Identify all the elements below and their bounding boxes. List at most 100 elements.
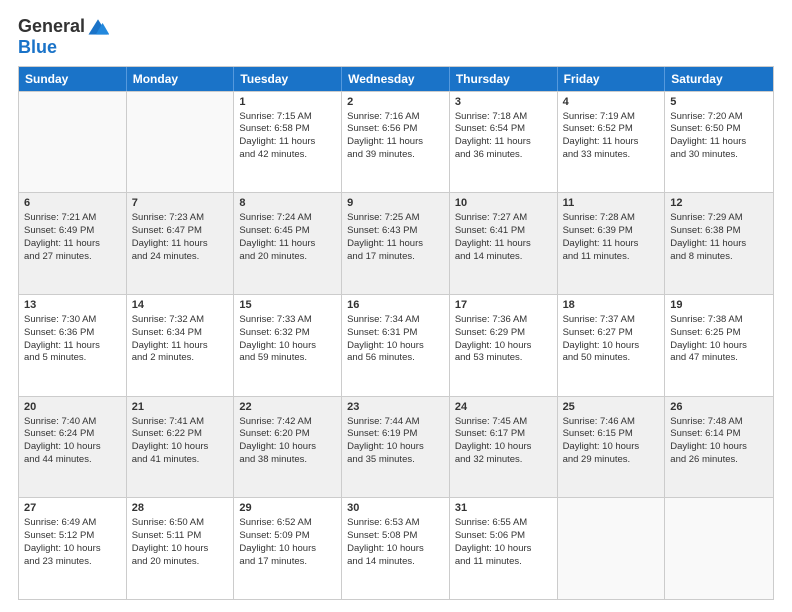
day-number: 4	[563, 95, 660, 110]
cal-cell-9: 9Sunrise: 7:25 AMSunset: 6:43 PMDaylight…	[342, 193, 450, 294]
day-number: 13	[24, 298, 121, 313]
day-info-line-3: Daylight: 10 hours	[239, 543, 336, 556]
day-info-line-3: Daylight: 10 hours	[455, 340, 552, 353]
cal-cell-22: 22Sunrise: 7:42 AMSunset: 6:20 PMDayligh…	[234, 397, 342, 498]
day-info-line-2: Sunset: 6:24 PM	[24, 428, 121, 441]
day-info-line-1: Sunrise: 7:41 AM	[132, 416, 229, 429]
day-info-line-2: Sunset: 6:52 PM	[563, 123, 660, 136]
day-info-line-3: Daylight: 10 hours	[347, 441, 444, 454]
day-number: 7	[132, 196, 229, 211]
day-info-line-4: and 11 minutes.	[455, 556, 552, 569]
day-info-line-2: Sunset: 6:38 PM	[670, 225, 768, 238]
cal-cell-11: 11Sunrise: 7:28 AMSunset: 6:39 PMDayligh…	[558, 193, 666, 294]
cal-cell-17: 17Sunrise: 7:36 AMSunset: 6:29 PMDayligh…	[450, 295, 558, 396]
day-info-line-2: Sunset: 6:19 PM	[347, 428, 444, 441]
day-info-line-4: and 20 minutes.	[239, 251, 336, 264]
day-number: 1	[239, 95, 336, 110]
cal-row-2: 13Sunrise: 7:30 AMSunset: 6:36 PMDayligh…	[19, 294, 773, 396]
day-info-line-1: Sunrise: 7:15 AM	[239, 111, 336, 124]
day-info-line-3: Daylight: 10 hours	[132, 441, 229, 454]
day-info-line-4: and 8 minutes.	[670, 251, 768, 264]
day-info-line-3: Daylight: 10 hours	[563, 340, 660, 353]
cal-cell-8: 8Sunrise: 7:24 AMSunset: 6:45 PMDaylight…	[234, 193, 342, 294]
day-info-line-1: Sunrise: 7:21 AM	[24, 212, 121, 225]
day-number: 9	[347, 196, 444, 211]
cal-cell-21: 21Sunrise: 7:41 AMSunset: 6:22 PMDayligh…	[127, 397, 235, 498]
day-info-line-1: Sunrise: 7:34 AM	[347, 314, 444, 327]
day-info-line-3: Daylight: 10 hours	[563, 441, 660, 454]
day-info-line-3: Daylight: 11 hours	[455, 238, 552, 251]
day-info-line-1: Sunrise: 7:32 AM	[132, 314, 229, 327]
day-info-line-1: Sunrise: 7:48 AM	[670, 416, 768, 429]
day-number: 6	[24, 196, 121, 211]
day-info-line-4: and 30 minutes.	[670, 149, 768, 162]
day-number: 17	[455, 298, 552, 313]
day-info-line-4: and 2 minutes.	[132, 352, 229, 365]
cal-cell-19: 19Sunrise: 7:38 AMSunset: 6:25 PMDayligh…	[665, 295, 773, 396]
day-info-line-1: Sunrise: 7:38 AM	[670, 314, 768, 327]
day-info-line-1: Sunrise: 7:27 AM	[455, 212, 552, 225]
cal-cell-26: 26Sunrise: 7:48 AMSunset: 6:14 PMDayligh…	[665, 397, 773, 498]
day-number: 16	[347, 298, 444, 313]
day-info-line-4: and 26 minutes.	[670, 454, 768, 467]
day-info-line-2: Sunset: 6:15 PM	[563, 428, 660, 441]
day-info-line-4: and 17 minutes.	[347, 251, 444, 264]
day-info-line-2: Sunset: 6:29 PM	[455, 327, 552, 340]
day-info-line-3: Daylight: 11 hours	[132, 238, 229, 251]
day-info-line-2: Sunset: 6:25 PM	[670, 327, 768, 340]
day-info-line-2: Sunset: 6:32 PM	[239, 327, 336, 340]
cal-header-wednesday: Wednesday	[342, 67, 450, 91]
cal-header-thursday: Thursday	[450, 67, 558, 91]
day-number: 21	[132, 400, 229, 415]
day-info-line-3: Daylight: 10 hours	[239, 340, 336, 353]
day-info-line-1: Sunrise: 7:37 AM	[563, 314, 660, 327]
day-info-line-4: and 53 minutes.	[455, 352, 552, 365]
day-info-line-1: Sunrise: 7:36 AM	[455, 314, 552, 327]
day-info-line-1: Sunrise: 7:45 AM	[455, 416, 552, 429]
cal-cell-3: 3Sunrise: 7:18 AMSunset: 6:54 PMDaylight…	[450, 92, 558, 193]
day-info-line-4: and 17 minutes.	[239, 556, 336, 569]
cal-cell-16: 16Sunrise: 7:34 AMSunset: 6:31 PMDayligh…	[342, 295, 450, 396]
day-info-line-4: and 39 minutes.	[347, 149, 444, 162]
day-info-line-1: Sunrise: 7:16 AM	[347, 111, 444, 124]
day-info-line-4: and 50 minutes.	[563, 352, 660, 365]
day-info-line-3: Daylight: 11 hours	[239, 136, 336, 149]
day-info-line-2: Sunset: 6:17 PM	[455, 428, 552, 441]
day-info-line-4: and 36 minutes.	[455, 149, 552, 162]
day-number: 5	[670, 95, 768, 110]
cal-cell-empty-6	[665, 498, 773, 599]
cal-row-4: 27Sunrise: 6:49 AMSunset: 5:12 PMDayligh…	[19, 497, 773, 599]
day-info-line-3: Daylight: 11 hours	[670, 136, 768, 149]
day-info-line-2: Sunset: 5:06 PM	[455, 530, 552, 543]
cal-cell-23: 23Sunrise: 7:44 AMSunset: 6:19 PMDayligh…	[342, 397, 450, 498]
logo: General Blue	[18, 16, 109, 58]
cal-header-friday: Friday	[558, 67, 666, 91]
cal-row-1: 6Sunrise: 7:21 AMSunset: 6:49 PMDaylight…	[19, 192, 773, 294]
day-info-line-4: and 29 minutes.	[563, 454, 660, 467]
day-number: 31	[455, 501, 552, 516]
cal-header-monday: Monday	[127, 67, 235, 91]
day-info-line-4: and 5 minutes.	[24, 352, 121, 365]
cal-cell-15: 15Sunrise: 7:33 AMSunset: 6:32 PMDayligh…	[234, 295, 342, 396]
day-info-line-4: and 20 minutes.	[132, 556, 229, 569]
day-info-line-1: Sunrise: 7:46 AM	[563, 416, 660, 429]
day-number: 10	[455, 196, 552, 211]
cal-cell-2: 2Sunrise: 7:16 AMSunset: 6:56 PMDaylight…	[342, 92, 450, 193]
day-info-line-2: Sunset: 6:22 PM	[132, 428, 229, 441]
day-info-line-3: Daylight: 11 hours	[24, 238, 121, 251]
cal-cell-28: 28Sunrise: 6:50 AMSunset: 5:11 PMDayligh…	[127, 498, 235, 599]
day-info-line-1: Sunrise: 6:50 AM	[132, 517, 229, 530]
cal-cell-20: 20Sunrise: 7:40 AMSunset: 6:24 PMDayligh…	[19, 397, 127, 498]
day-info-line-4: and 32 minutes.	[455, 454, 552, 467]
day-info-line-1: Sunrise: 7:30 AM	[24, 314, 121, 327]
day-info-line-3: Daylight: 11 hours	[347, 238, 444, 251]
day-number: 12	[670, 196, 768, 211]
day-info-line-1: Sunrise: 7:25 AM	[347, 212, 444, 225]
day-info-line-1: Sunrise: 6:52 AM	[239, 517, 336, 530]
calendar: SundayMondayTuesdayWednesdayThursdayFrid…	[18, 66, 774, 600]
day-info-line-3: Daylight: 10 hours	[455, 441, 552, 454]
cal-cell-25: 25Sunrise: 7:46 AMSunset: 6:15 PMDayligh…	[558, 397, 666, 498]
cal-cell-24: 24Sunrise: 7:45 AMSunset: 6:17 PMDayligh…	[450, 397, 558, 498]
cal-cell-30: 30Sunrise: 6:53 AMSunset: 5:08 PMDayligh…	[342, 498, 450, 599]
day-number: 26	[670, 400, 768, 415]
